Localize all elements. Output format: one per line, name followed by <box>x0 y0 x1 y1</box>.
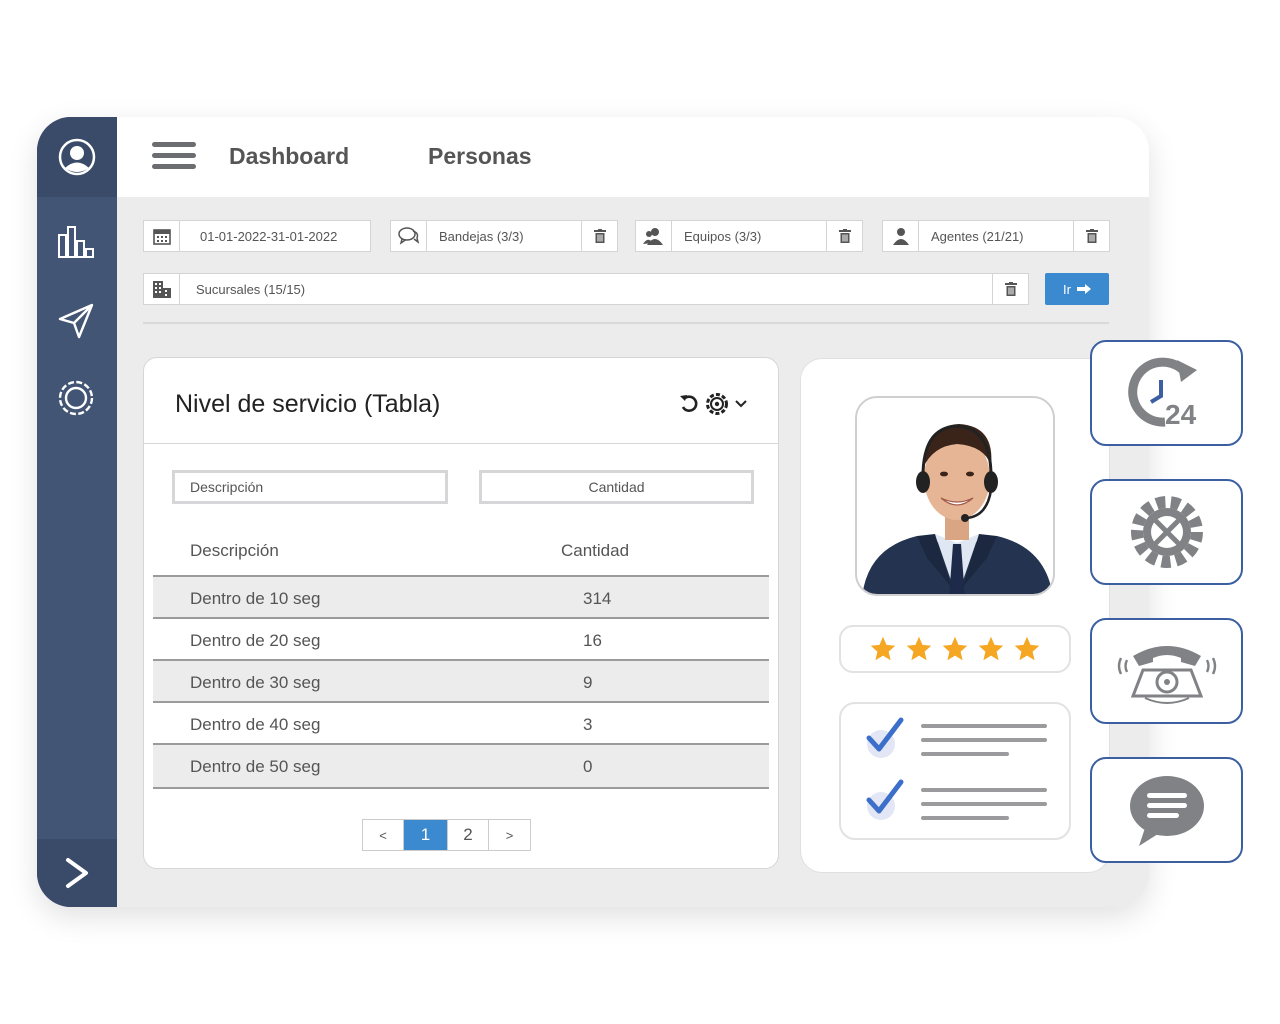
pagination-page[interactable]: 2 <box>448 820 489 850</box>
building-icon <box>144 274 180 304</box>
column-header-quantity[interactable]: Cantidad <box>561 541 629 561</box>
card-separator <box>144 443 778 444</box>
trash-icon[interactable] <box>1073 221 1109 251</box>
column-header-description[interactable]: Descripción <box>190 541 279 561</box>
go-button-label: Ir <box>1063 281 1071 297</box>
card-title: Nivel de servicio (Tabla) <box>175 390 441 418</box>
checklist-panel <box>839 702 1071 840</box>
star-icon <box>1014 636 1040 661</box>
row-quantity: 16 <box>583 631 602 650</box>
checklist-icon <box>866 717 1047 820</box>
sucursales-value: Sucursales (15/15) <box>196 281 306 297</box>
user-avatar-button[interactable] <box>37 117 117 197</box>
team-users-icon <box>636 221 672 251</box>
row-quantity: 0 <box>583 757 593 776</box>
agentes-value: Agentes (21/21) <box>931 228 1024 244</box>
equipos-field[interactable]: Equipos (3/3) <box>635 220 863 252</box>
chat-bubble-icon <box>1129 776 1204 846</box>
calendar-icon <box>144 221 180 251</box>
star-icon <box>978 636 1004 661</box>
support-24h-tile[interactable]: 24 <box>1090 340 1243 446</box>
telephone-icon <box>1117 646 1216 704</box>
star-icon <box>870 636 896 661</box>
card-tools <box>678 391 748 417</box>
go-button[interactable]: Ir <box>1045 273 1109 305</box>
star-icon <box>942 636 968 661</box>
table-row[interactable]: Dentro de 40 seg 3 <box>153 703 769 745</box>
table-row[interactable]: Dentro de 20 seg 16 <box>153 619 769 661</box>
pagination-page[interactable]: 1 <box>404 820 448 850</box>
sucursales-field[interactable]: Sucursales (15/15) <box>143 273 1029 305</box>
rating-stars <box>839 625 1071 673</box>
table-row[interactable]: Dentro de 30 seg 9 <box>153 661 769 703</box>
clock-24h-icon: 24 <box>1127 357 1197 430</box>
chat-bubbles-icon <box>391 221 427 251</box>
date-range-value: 01-01-2022-31-01-2022 <box>200 228 338 244</box>
date-range-field[interactable]: 01-01-2022-31-01-2022 <box>143 220 371 252</box>
service-level-card: Nivel de servicio (Tabla) Descripción Ca… <box>143 357 779 869</box>
arrow-right-icon <box>1076 284 1091 294</box>
tab-personas[interactable]: Personas <box>428 143 532 170</box>
table-row[interactable]: Dentro de 10 seg 314 <box>153 577 769 619</box>
settings-gear-icon[interactable] <box>55 377 97 419</box>
bar-chart-icon[interactable] <box>55 220 97 262</box>
chat-support-tile[interactable] <box>1090 757 1243 863</box>
divider <box>143 322 1109 324</box>
row-quantity: 314 <box>583 589 612 608</box>
bandejas-field[interactable]: Bandejas (3/3) <box>390 220 618 252</box>
expand-sidebar-button[interactable] <box>37 839 117 907</box>
row-quantity: 9 <box>583 673 593 692</box>
trash-icon[interactable] <box>826 221 862 251</box>
agent-photo <box>855 396 1055 596</box>
table-row[interactable]: Dentro de 50 seg 0 <box>153 745 769 789</box>
row-quantity: 3 <box>583 715 593 734</box>
trash-icon[interactable] <box>581 221 617 251</box>
pagination-prev[interactable]: < <box>363 820 404 850</box>
technical-support-tile[interactable] <box>1090 479 1243 585</box>
settings-gear-icon[interactable] <box>704 391 730 417</box>
sidebar <box>37 117 117 907</box>
chevron-down-icon[interactable] <box>734 399 748 409</box>
equipos-value: Equipos (3/3) <box>684 228 762 244</box>
tab-dashboard[interactable]: Dashboard <box>229 143 349 170</box>
pagination: < 1 2 > <box>362 819 531 851</box>
row-description: Dentro de 50 seg <box>190 757 321 776</box>
refresh-icon[interactable] <box>678 393 700 415</box>
top-bar: Dashboard Personas <box>117 117 1149 197</box>
support-24-text: 24 <box>1165 399 1197 430</box>
trash-icon[interactable] <box>992 274 1028 304</box>
hamburger-menu-icon[interactable] <box>152 142 196 172</box>
agent-user-icon <box>883 221 919 251</box>
chevron-right-icon <box>66 858 88 888</box>
row-description: Dentro de 20 seg <box>190 631 321 650</box>
agentes-field[interactable]: Agentes (21/21) <box>882 220 1110 252</box>
send-icon[interactable] <box>55 300 97 342</box>
gear-tools-icon <box>1130 496 1203 568</box>
phone-support-tile[interactable] <box>1090 618 1243 724</box>
bandejas-value: Bandejas (3/3) <box>439 228 524 244</box>
user-avatar-icon <box>58 138 96 176</box>
row-description: Dentro de 30 seg <box>190 673 321 692</box>
filter-description-input[interactable]: Descripción <box>172 470 448 504</box>
row-description: Dentro de 40 seg <box>190 715 321 734</box>
row-description: Dentro de 10 seg <box>190 589 321 608</box>
pagination-next[interactable]: > <box>489 820 530 850</box>
star-icon <box>906 636 932 661</box>
filter-quantity-input[interactable]: Cantidad <box>479 470 754 504</box>
